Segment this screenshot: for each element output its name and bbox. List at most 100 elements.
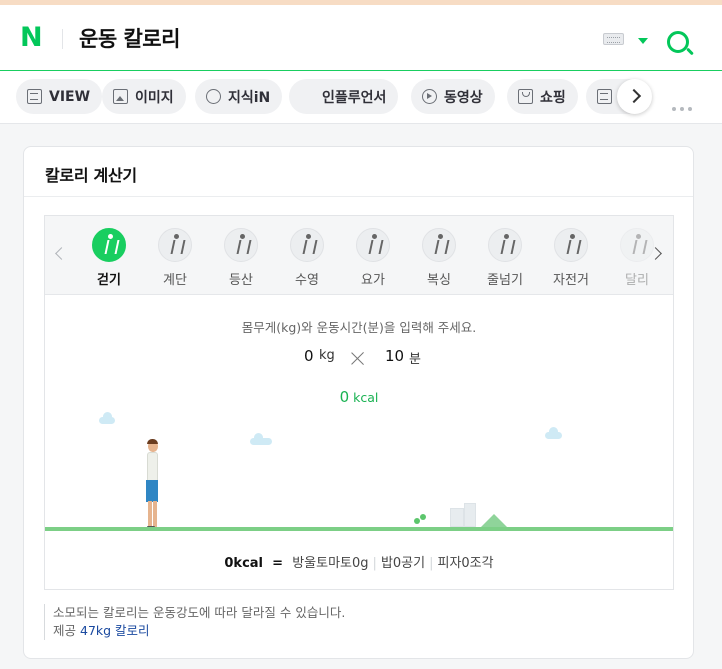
tree xyxy=(414,518,420,524)
bicycle-icon xyxy=(554,228,588,262)
time-input[interactable]: 10 xyxy=(385,347,404,365)
trees-icon xyxy=(414,514,428,527)
running-icon xyxy=(620,228,654,262)
summary-kcal: 0kcal xyxy=(224,556,264,571)
exercise-label: 계단 xyxy=(163,273,187,288)
exercise-hiking[interactable]: 등산 xyxy=(211,228,271,288)
prev-arrow-icon[interactable] xyxy=(55,247,68,260)
exercise-illustration xyxy=(45,405,673,533)
exercise-label: 달리 xyxy=(625,273,649,288)
exercise-label: 걷기 xyxy=(97,273,121,288)
cloud-icon xyxy=(545,427,562,439)
tab-video[interactable]: 동영상 xyxy=(411,79,495,114)
search-query-input[interactable]: 운동 칼로리 xyxy=(79,23,180,53)
exercise-yoga[interactable]: 요가 xyxy=(343,228,403,288)
yoga-icon xyxy=(356,228,390,262)
multiply-icon xyxy=(351,351,365,365)
equivalent-tomato: 방울토마토0g xyxy=(292,556,369,571)
ground-line xyxy=(45,527,673,531)
keyboard-icon[interactable] xyxy=(603,33,624,45)
stairs-icon xyxy=(158,228,192,262)
tab-image[interactable]: 이미지 xyxy=(102,79,186,114)
exercise-label: 수영 xyxy=(295,273,319,288)
separator: | xyxy=(372,556,377,571)
search-header: N 운동 칼로리 xyxy=(0,5,722,71)
exercise-label: 등산 xyxy=(229,273,253,288)
swimming-icon xyxy=(290,228,324,262)
mountain-icon xyxy=(481,514,507,527)
equivalent-pizza: 피자0조각 xyxy=(437,556,494,571)
exercise-label: 복싱 xyxy=(427,273,451,288)
summary-equals: = xyxy=(272,556,284,571)
tab-label: 쇼핑 xyxy=(540,89,566,106)
exercise-selector: 걷기 계단 등산 수영 요가 복싱 줄넘기 자전거 달리 xyxy=(45,216,673,295)
intensity-note: 소모되는 칼로리는 운동강도에 따라 달라질 수 있습니다. xyxy=(53,605,346,620)
person-shirt xyxy=(147,452,158,481)
source-prefix: 제공 xyxy=(53,623,77,638)
tab-knowledge[interactable]: 지식iN xyxy=(195,79,283,114)
person-leg xyxy=(153,501,157,527)
tab-view[interactable]: VIEW xyxy=(16,79,103,114)
card-divider xyxy=(24,196,693,197)
naver-logo[interactable]: N xyxy=(20,24,46,51)
building-icon xyxy=(464,503,476,527)
source-line: 제공 47kg 칼로리 xyxy=(53,622,345,640)
dropdown-caret-icon[interactable] xyxy=(638,38,648,44)
person-hair xyxy=(147,439,158,444)
calorie-calculator-card: 칼로리 계산기 걷기 계단 등산 수영 요가 복싱 줄넘기 자전거 달리 몸무게… xyxy=(23,146,694,659)
exercise-cycling[interactable]: 자전거 xyxy=(541,228,601,288)
calorie-equivalents: 0kcal = 방울토마토0g | 밥0공기 | 피자0조각 xyxy=(45,552,673,571)
input-instruction: 몸무게(kg)와 운동시간(분)을 입력해 주세요. xyxy=(241,320,477,335)
tab-label: VIEW xyxy=(49,88,91,105)
calculator-inputs: 0 kg 10 분 xyxy=(45,347,673,373)
calorie-result: 0 kcal xyxy=(45,387,673,406)
search-tabs: VIEW 이미지 지식iN 인플루언서 동영상 쇼핑 xyxy=(0,71,722,124)
card-title: 칼로리 계산기 xyxy=(45,166,137,185)
search-icon[interactable] xyxy=(667,31,689,53)
view-icon xyxy=(27,89,42,104)
more-options-icon[interactable] xyxy=(672,96,696,111)
video-play-icon xyxy=(422,89,437,104)
calorie-result-unit: kcal xyxy=(353,390,379,405)
exercise-label: 자전거 xyxy=(553,273,589,288)
tab-label: 이미지 xyxy=(135,89,174,106)
hiking-icon xyxy=(224,228,258,262)
exercise-stairs[interactable]: 계단 xyxy=(145,228,205,288)
walking-person-figure xyxy=(145,439,161,529)
header-divider xyxy=(62,29,63,49)
tab-shopping[interactable]: 쇼핑 xyxy=(507,79,578,114)
tab-label: 동영상 xyxy=(444,89,483,106)
tab-label: 인플루언서 xyxy=(322,89,387,106)
knowledge-icon xyxy=(206,89,221,104)
tabs-next-button[interactable] xyxy=(617,79,652,114)
footnote: 소모되는 칼로리는 운동강도에 따라 달라질 수 있습니다. 제공 47kg 칼… xyxy=(44,604,345,640)
separator: | xyxy=(429,556,434,571)
exercise-running[interactable]: 달리 xyxy=(607,228,667,288)
person-shorts xyxy=(146,480,158,502)
calorie-result-value: 0 xyxy=(339,388,350,406)
calculator-panel: 걷기 계단 등산 수영 요가 복싱 줄넘기 자전거 달리 몸무게(kg)와 운동… xyxy=(44,215,674,590)
time-unit: 분 xyxy=(409,352,421,367)
cloud-icon xyxy=(99,412,115,424)
person-leg xyxy=(148,501,152,527)
walking-icon xyxy=(92,228,126,262)
image-icon xyxy=(113,89,128,104)
tab-influencer[interactable]: 인플루언서 xyxy=(289,79,399,114)
exercise-label: 요가 xyxy=(361,273,385,288)
cloud-icon xyxy=(250,433,272,445)
tree xyxy=(420,514,426,520)
exercise-label: 줄넘기 xyxy=(487,273,523,288)
exercise-jump-rope[interactable]: 줄넘기 xyxy=(475,228,535,288)
exercise-swimming[interactable]: 수영 xyxy=(277,228,337,288)
tab-label: 지식iN xyxy=(228,89,271,106)
news-icon xyxy=(597,89,612,104)
exercise-boxing[interactable]: 복싱 xyxy=(409,228,469,288)
shopping-bag-icon xyxy=(518,89,533,104)
exercise-walking[interactable]: 걷기 xyxy=(79,228,139,288)
boxing-icon xyxy=(422,228,456,262)
source-link[interactable]: 47kg 칼로리 xyxy=(80,623,150,638)
building-icon xyxy=(450,508,464,527)
jump-rope-icon xyxy=(488,228,522,262)
weight-input[interactable]: 0 xyxy=(304,347,314,365)
weight-unit: kg xyxy=(319,348,335,363)
